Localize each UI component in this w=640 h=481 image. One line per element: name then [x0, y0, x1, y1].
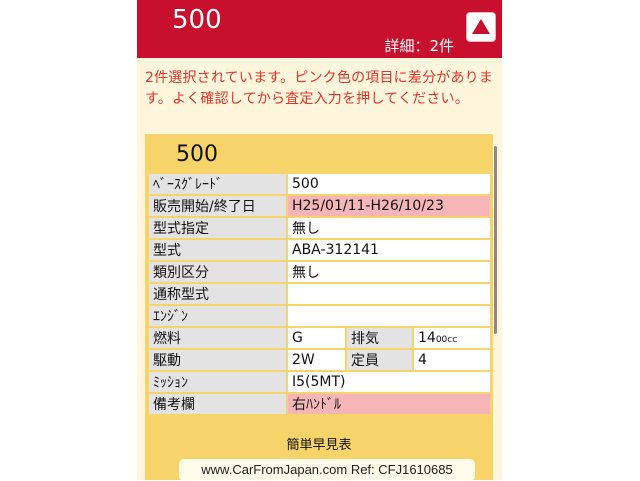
- table-row: ｴﾝｼﾞﾝ: [149, 306, 490, 326]
- base-grade-value: 500: [288, 174, 490, 194]
- header-title: 500: [172, 5, 222, 35]
- type-designation-label: 型式指定: [149, 218, 286, 238]
- sales-period-value: H25/01/11-H26/10/23: [288, 196, 490, 216]
- table-row: 駆動 2W 定員 4: [149, 350, 490, 370]
- spec-table: ﾍﾞｰｽｸﾞﾚｰﾄﾞ 500 販売開始/終了日 H25/01/11-H26/10…: [147, 172, 492, 416]
- displacement-label: 排気: [347, 328, 412, 348]
- remarks-label: 備考欄: [149, 394, 286, 414]
- table-row: 型式指定 無し: [149, 218, 490, 238]
- drive-value: 2W: [288, 350, 345, 370]
- detail-count: 詳細：2件: [384, 37, 454, 55]
- engine-value: [288, 306, 490, 326]
- table-row: ﾐｯｼｮﾝ I5(5MT): [149, 372, 490, 392]
- remarks-value: 右ﾊﾝﾄﾞﾙ: [288, 394, 490, 414]
- header-bar: 500 詳細：2件: [137, 0, 502, 58]
- fuel-value: G: [288, 328, 345, 348]
- capacity-value: 4: [414, 350, 490, 370]
- common-model-value: [288, 284, 490, 304]
- table-row: 通称型式: [149, 284, 490, 304]
- diff-notice: 2件選択されています。ピンク色の項目に差分があります。よく確認してから査定入力を…: [145, 70, 494, 107]
- base-grade-label: ﾍﾞｰｽｸﾞﾚｰﾄﾞ: [149, 174, 286, 194]
- scroll-top-button[interactable]: [466, 12, 496, 42]
- sales-period-label: 販売開始/終了日: [149, 196, 286, 216]
- card-title: 500: [176, 142, 218, 167]
- model-code-value: ABA-312141: [288, 240, 490, 260]
- transmission-label: ﾐｯｼｮﾝ: [149, 372, 286, 392]
- fuel-label: 燃料: [149, 328, 286, 348]
- table-row: 備考欄 右ﾊﾝﾄﾞﾙ: [149, 394, 490, 414]
- detail-panel: 500 詳細：2件 2件選択されています。ピンク色の項目に差分があります。よく確…: [137, 0, 502, 481]
- displacement-unit: 00cc: [435, 335, 458, 345]
- table-row: 類別区分 無し: [149, 262, 490, 282]
- table-row: ﾍﾞｰｽｸﾞﾚｰﾄﾞ 500: [149, 174, 490, 194]
- spec-card: 500 ﾍﾞｰｽｸﾞﾚｰﾄﾞ 500 販売開始/終了日 H25/01/11-H2…: [145, 134, 493, 481]
- quick-reference-link[interactable]: 簡単早見表: [145, 434, 493, 453]
- displacement-value: 1400cc: [414, 328, 490, 348]
- table-row: 販売開始/終了日 H25/01/11-H26/10/23: [149, 196, 490, 216]
- transmission-value: I5(5MT): [288, 372, 490, 392]
- triangle-up-icon: [472, 19, 490, 34]
- category-code-value: 無し: [288, 262, 490, 282]
- type-designation-value: 無し: [288, 218, 490, 238]
- capacity-label: 定員: [347, 350, 412, 370]
- table-row: 型式 ABA-312141: [149, 240, 490, 260]
- scrollbar[interactable]: [494, 146, 497, 334]
- table-row: 燃料 G 排気 1400cc: [149, 328, 490, 348]
- category-code-label: 類別区分: [149, 262, 286, 282]
- engine-label: ｴﾝｼﾞﾝ: [149, 306, 286, 326]
- displacement-number: 14: [418, 330, 436, 346]
- watermark-text: www.CarFromJapan.com Ref: CFJ1610685: [179, 459, 475, 481]
- drive-label: 駆動: [149, 350, 286, 370]
- model-code-label: 型式: [149, 240, 286, 260]
- common-model-label: 通称型式: [149, 284, 286, 304]
